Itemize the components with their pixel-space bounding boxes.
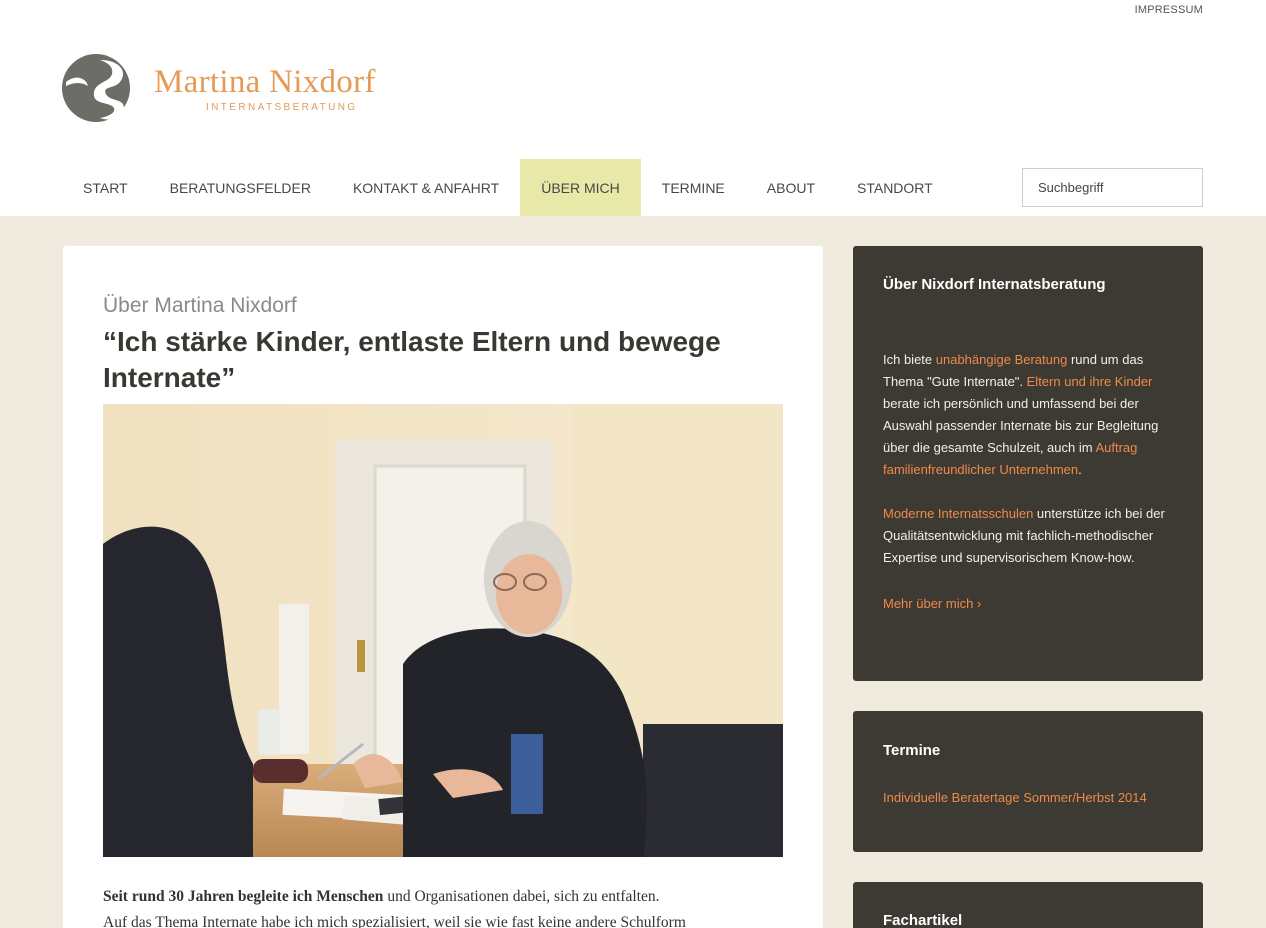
nav-item-ueber-mich[interactable]: ÜBER MICH [520,159,641,216]
article-kicker: Über Martina Nixdorf [103,294,297,317]
link-moderne-internatsschulen[interactable]: Moderne Internatsschulen [883,506,1033,521]
site-logo[interactable]: Martina Nixdorf INTERNATSBERATUNG [62,52,376,124]
nav-item-kontakt-anfahrt[interactable]: KONTAKT & ANFAHRT [332,159,520,216]
logo-icon [62,54,130,122]
site-header: IMPRESSUM Martina Nixdorf INTERNATSBERAT… [0,0,1266,216]
fachartikel-widget-title: Fachartikel [883,912,963,928]
nav-item-termine[interactable]: TERMINE [641,159,746,216]
link-unabhaengige-beratung[interactable]: unabhängige Beratung [936,352,1068,367]
article-body-line-2: Auf das Thema Internate habe ich mich sp… [103,914,686,928]
article-body: Seit rund 30 Jahren begleite ich Mensche… [103,884,793,928]
brand-tagline: INTERNATSBERATUNG [206,102,358,113]
sidebar-about-widget: Über Nixdorf Internatsberatung Ich biete… [853,246,1203,681]
nav-item-about[interactable]: ABOUT [746,159,836,216]
portrait-photo [103,404,783,857]
about-text-4: . [1078,462,1082,477]
impressum-link[interactable]: IMPRESSUM [1135,4,1203,16]
sidebar-termine-widget: Termine Individuelle Beratertage Sommer/… [853,711,1203,852]
about-widget-title: Über Nixdorf Internatsberatung [883,276,1106,293]
about-widget-text: Ich biete unabhängige Beratung rund um d… [853,349,1203,481]
link-eltern-und-kinder[interactable]: Eltern und ihre Kinder [1027,374,1153,389]
search-input[interactable] [1022,168,1203,207]
main-content: Über Martina Nixdorf “Ich stärke Kinder,… [63,246,823,928]
nav-item-standort[interactable]: STANDORT [836,159,954,216]
article-body-lead: Seit rund 30 Jahren begleite ich Mensche… [103,888,384,905]
about-widget-text-2: Moderne Internatsschulen unterstütze ich… [853,503,1203,569]
brand-name: Martina Nixdorf [154,64,376,100]
about-text-1: Ich biete [883,352,936,367]
mehr-ueber-mich-link[interactable]: Mehr über mich › [883,596,981,611]
page-title: “Ich stärke Kinder, entlaste Eltern und … [103,326,721,393]
nav-item-beratungsfelder[interactable]: BERATUNGSFELDER [149,159,332,216]
article-body-rest: und Organisationen dabei, sich zu entfal… [383,888,660,905]
main-nav: START BERATUNGSFELDER KONTAKT & ANFAHRT … [62,159,954,216]
termine-widget-title: Termine [883,742,941,759]
nav-item-start[interactable]: START [62,159,149,216]
sidebar-fachartikel-widget: Fachartikel [853,882,1203,928]
link-beratertage[interactable]: Individuelle Beratertage Sommer/Herbst 2… [883,790,1147,805]
